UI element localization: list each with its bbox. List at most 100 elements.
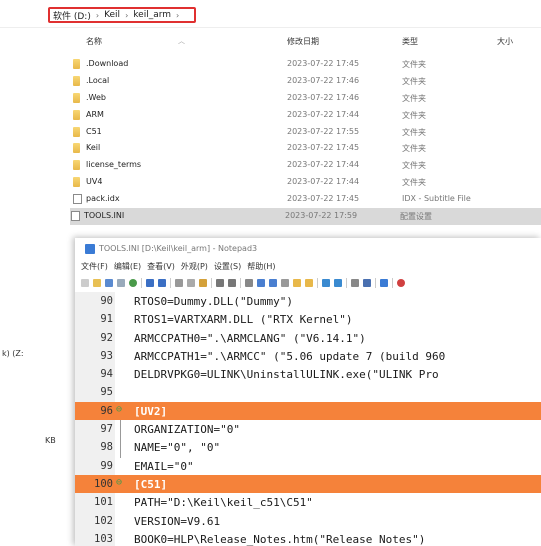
title-bar[interactable]: TOOLS.INI [D:\Keil\keil_arm] - Notepad3 <box>75 238 541 258</box>
line-number: 94 <box>100 368 113 381</box>
menu-help[interactable]: 帮助(H) <box>247 261 275 272</box>
file-date: 2023-07-22 17:45 <box>287 143 360 153</box>
undo-icon[interactable] <box>146 279 154 287</box>
line-text: RTOS1=VARTXARM.DLL ("RTX Kernel") <box>134 313 353 327</box>
folder-icon <box>73 92 80 103</box>
code-line[interactable]: 102 VERSION=V9.61 <box>75 512 541 530</box>
file-row[interactable]: ARM 2023-07-22 17:44 文件夹 <box>72 107 541 124</box>
code-line[interactable]: 92 ARMCCPATH0=".\ARMCLANG" ("V6.14.1") <box>75 329 541 347</box>
code-line[interactable]: 99 EMAIL="0" <box>75 457 541 475</box>
code-editor[interactable]: 90 RTOS0=Dummy.DLL("Dummy") 91 RTOS1=VARTXA… <box>75 292 541 546</box>
file-type: 文件夹 <box>402 144 426 154</box>
menu-bar: 文件(F) 编辑(E) 查看(V) 外观(P) 设置(S) 帮助(H) <box>81 261 276 272</box>
fold-toggle-icon[interactable]: ⊖ <box>116 477 126 488</box>
code-line[interactable]: 97 ORGANIZATION="0" <box>75 420 541 438</box>
file-row[interactable]: .Local 2023-07-22 17:46 文件夹 <box>72 73 541 90</box>
new-file-icon[interactable] <box>81 279 89 287</box>
file-type: 文件夹 <box>402 161 426 171</box>
code-line[interactable]: 98 NAME="0", "0" <box>75 438 541 456</box>
code-line[interactable]: 93 ARMCCPATH1=".\ARMCC" ("5.06 update 7 (… <box>75 347 541 365</box>
breadcrumb-drive[interactable]: 软件 (D:) <box>53 9 91 22</box>
file-row[interactable]: Keil 2023-07-22 17:45 文件夹 <box>72 140 541 157</box>
save-as-icon[interactable] <box>117 279 125 287</box>
line-number: 99 <box>100 459 113 472</box>
fold-icon[interactable] <box>281 279 289 287</box>
menu-settings[interactable]: 设置(S) <box>214 261 241 272</box>
whitespace-icon[interactable] <box>257 279 265 287</box>
code-line[interactable]: 94 DELDRVPKG0=ULINK\UninstallULINK.exe("U… <box>75 365 541 383</box>
code-line[interactable]: 103 BOOK0=HLP\Release_Notes.htm("Release … <box>75 530 541 546</box>
line-number: 93 <box>100 349 113 362</box>
section-header-line[interactable]: 100 ⊖ [C51] <box>75 474 541 494</box>
column-type[interactable]: 类型 <box>402 36 418 47</box>
pin-icon[interactable] <box>380 279 388 287</box>
column-date-modified[interactable]: 修改日期 <box>287 36 319 47</box>
line-number: 102 <box>94 514 113 527</box>
file-type: IDX - Subtitle File <box>402 194 471 204</box>
find-icon[interactable] <box>216 279 224 287</box>
font-icon[interactable] <box>363 279 371 287</box>
menu-file[interactable]: 文件(F) <box>81 261 108 272</box>
browse-icon[interactable] <box>129 279 137 287</box>
line-text: ARMCCPATH0=".\ARMCLANG" ("V6.14.1") <box>134 331 366 345</box>
file-row[interactable]: license_terms 2023-07-22 17:44 文件夹 <box>72 157 541 174</box>
breadcrumb-keil-arm[interactable]: keil_arm <box>133 10 171 20</box>
file-row[interactable]: TOOLS.INI 2023-07-22 17:59 配置设置 <box>70 208 541 225</box>
file-name: UV4 <box>86 177 103 187</box>
paste-icon[interactable] <box>199 279 207 287</box>
chevron-right-icon[interactable]: › <box>176 11 179 20</box>
eol-icon[interactable] <box>269 279 277 287</box>
file-name: C51 <box>86 126 102 136</box>
wrap-icon[interactable] <box>245 279 253 287</box>
menu-appearance[interactable]: 外观(P) <box>181 261 208 272</box>
file-date: 2023-07-22 17:45 <box>287 59 360 68</box>
file-type: 文件夹 <box>402 127 426 137</box>
cut-icon[interactable] <box>175 279 183 287</box>
code-line[interactable]: 95 <box>75 383 541 401</box>
zoom-out-icon[interactable] <box>334 279 342 287</box>
column-name[interactable]: 名称 <box>86 36 102 47</box>
file-row[interactable]: .Download 2023-07-22 17:45 文件夹 <box>72 56 541 73</box>
address-bar[interactable]: 软件 (D:) › Keil › keil_arm › <box>0 0 541 28</box>
save-icon[interactable] <box>105 279 113 287</box>
file-row[interactable]: pack.idx 2023-07-22 17:45 IDX - Subtitle F… <box>72 191 541 208</box>
folder-icon <box>73 177 80 188</box>
toolbar <box>81 276 405 290</box>
line-text: PATH="D:\Keil\keil_c51\C51" <box>134 496 313 510</box>
code-line[interactable]: 90 RTOS0=Dummy.DLL("Dummy") <box>75 292 541 310</box>
file-name: pack.idx <box>86 194 120 204</box>
file-name: license_terms <box>86 160 142 170</box>
column-size[interactable]: 大小 <box>497 36 513 47</box>
file-row[interactable]: C51 2023-07-22 17:55 文件夹 <box>72 124 541 141</box>
background-text: k) (Z: <box>2 349 24 358</box>
favorites-icon[interactable] <box>293 279 301 287</box>
code-line[interactable]: 101 PATH="D:\Keil\keil_c51\C51" <box>75 493 541 511</box>
section-header-line[interactable]: 96 ⊖ [UV2] <box>75 401 541 421</box>
exit-icon[interactable] <box>397 279 405 287</box>
line-number: 95 <box>100 386 113 399</box>
notepad3-window: TOOLS.INI [D:\Keil\keil_arm] - Notepad3 … <box>75 238 541 546</box>
folder-icon <box>73 126 80 137</box>
file-row[interactable]: UV4 2023-07-22 17:44 文件夹 <box>72 174 541 191</box>
menu-view[interactable]: 查看(V) <box>147 261 175 272</box>
breadcrumb[interactable]: 软件 (D:) › Keil › keil_arm › <box>48 7 196 23</box>
line-text: ARMCCPATH1=".\ARMCC" ("5.06 update 7 (bu… <box>134 349 446 363</box>
scheme-icon[interactable] <box>351 279 359 287</box>
file-list: .Download 2023-07-22 17:45 文件夹 .Local 2023-0… <box>70 56 541 225</box>
redo-icon[interactable] <box>158 279 166 287</box>
menu-edit[interactable]: 编辑(E) <box>114 261 141 272</box>
breadcrumb-keil[interactable]: Keil <box>104 10 120 20</box>
open-file-icon[interactable] <box>93 279 101 287</box>
replace-icon[interactable] <box>228 279 236 287</box>
file-date: 2023-07-22 17:45 <box>287 194 360 204</box>
add-favorite-icon[interactable] <box>305 279 313 287</box>
toolbar-divider <box>346 278 347 288</box>
fold-toggle-icon[interactable]: ⊖ <box>116 404 126 415</box>
file-icon <box>73 194 82 205</box>
file-row[interactable]: .Web 2023-07-22 17:46 文件夹 <box>72 90 541 107</box>
zoom-in-icon[interactable] <box>322 279 330 287</box>
copy-icon[interactable] <box>187 279 195 287</box>
line-number: 90 <box>100 295 113 307</box>
window-title: TOOLS.INI [D:\Keil\keil_arm] - Notepad3 <box>99 244 258 253</box>
code-line[interactable]: 91 RTOS1=VARTXARM.DLL ("RTX Kernel") <box>75 310 541 328</box>
